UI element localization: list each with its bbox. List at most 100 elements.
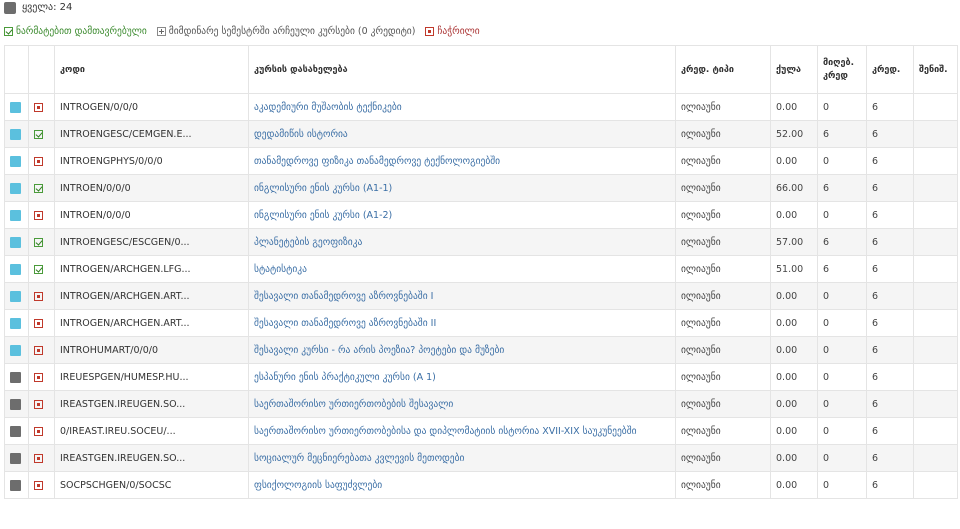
header-code[interactable]: კოდი	[54, 45, 249, 94]
credit-type: ილიაუნი	[675, 417, 771, 445]
note	[913, 255, 958, 283]
course-name-link[interactable]: შესავალი კურსი - რა არის პოეზია? პოეტები…	[248, 336, 676, 364]
row-select[interactable]	[4, 309, 29, 337]
row-status	[28, 255, 55, 283]
row-select[interactable]	[4, 147, 29, 175]
failed-box-icon	[34, 291, 43, 301]
note	[913, 147, 958, 175]
course-name-link[interactable]: ფსიქოლოგიის საფუძვლები	[248, 471, 676, 499]
row-select[interactable]	[4, 336, 29, 364]
row-status	[28, 120, 55, 148]
check-icon	[34, 237, 43, 247]
course-name-link[interactable]: ესპანური ენის პრაქტიკული კურსი (A 1)	[248, 363, 676, 391]
row-checkbox[interactable]	[10, 344, 21, 356]
total-label: ყველა: 24	[22, 2, 73, 13]
course-code: INTROHUMART/0/0/0	[54, 336, 249, 364]
row-status	[28, 201, 55, 229]
row-checkbox[interactable]	[10, 290, 21, 302]
credit: 6	[866, 444, 914, 472]
table-row[interactable]: INTROGEN/ARCHGEN.ART... შესავალი თანამედრ…	[4, 309, 958, 337]
row-select[interactable]	[4, 255, 29, 283]
row-select[interactable]	[4, 390, 29, 418]
row-checkbox[interactable]	[10, 182, 21, 194]
course-name-link[interactable]: სტატისტიკა	[248, 255, 676, 283]
header-score[interactable]: ქულა	[770, 45, 818, 94]
row-checkbox[interactable]	[10, 128, 21, 140]
course-name-link[interactable]: საერთაშორისო ურთიერთობებისა და დიპლომატი…	[248, 417, 676, 445]
credit: 6	[866, 336, 914, 364]
table-row[interactable]: IREASTGEN.IREUGEN.SO... სოციალურ მეცნიერე…	[4, 444, 958, 472]
row-select[interactable]	[4, 444, 29, 472]
credit-type: ილიაუნი	[675, 228, 771, 256]
score: 0.00	[770, 471, 818, 499]
legend-current: მიმდინარე სემესტრში არჩეული კურსები (0 კ…	[156, 26, 415, 37]
course-name-link[interactable]: შესავალი თანამედროვე აზროვნებაში II	[248, 309, 676, 337]
score: 0.00	[770, 93, 818, 121]
earned-credit: 0	[817, 201, 867, 229]
course-code: SOCPSCHGEN/0/SOCSC	[54, 471, 249, 499]
course-code: INTROENGESC/ESCGEN/0...	[54, 228, 249, 256]
table-row[interactable]: INTROGEN/ARCHGEN.LFG... სტატისტიკა ილიაუნი…	[4, 255, 958, 283]
row-checkbox[interactable]	[10, 479, 21, 491]
table-row[interactable]: SOCPSCHGEN/0/SOCSC ფსიქოლოგიის საფუძვლები…	[4, 471, 958, 499]
row-select[interactable]	[4, 120, 29, 148]
table-row[interactable]: INTROEN/0/0/0 ინგლისური ენის კურსი (A1-1)…	[4, 174, 958, 202]
legend-passed: ნარმატებით დამთავრებული	[4, 26, 147, 37]
course-name-link[interactable]: აკადემიური მუშაობის ტექნიკები	[248, 93, 676, 121]
note	[913, 444, 958, 472]
header-name[interactable]: კურსის დასახელება	[248, 45, 676, 94]
failed-box-icon	[34, 453, 43, 463]
earned-credit: 0	[817, 336, 867, 364]
row-checkbox[interactable]	[10, 101, 21, 113]
table-row[interactable]: 0/IREAST.IREU.SOCEU/... საერთაშორისო ურთი…	[4, 417, 958, 445]
course-name-link[interactable]: საერთაშორისო ურთიერთობების შესავალი	[248, 390, 676, 418]
header-earned-credit[interactable]: მიღებ. კრედ	[817, 45, 867, 94]
header-select	[4, 45, 29, 94]
row-select[interactable]	[4, 228, 29, 256]
table-row[interactable]: INTROEN/0/0/0 ინგლისური ენის კურსი (A1-2)…	[4, 201, 958, 229]
course-name-link[interactable]: სოციალურ მეცნიერებათა კვლევის მეთოდები	[248, 444, 676, 472]
header-credit-type[interactable]: კრედ. ტიპი	[675, 45, 771, 94]
credit-type: ილიაუნი	[675, 201, 771, 229]
row-select[interactable]	[4, 174, 29, 202]
row-select[interactable]	[4, 417, 29, 445]
note	[913, 93, 958, 121]
credit-type: ილიაუნი	[675, 309, 771, 337]
table-row[interactable]: INTROGEN/ARCHGEN.ART... შესავალი თანამედრ…	[4, 282, 958, 310]
check-icon	[4, 26, 13, 36]
table-row[interactable]: INTROGEN/0/0/0 აკადემიური მუშაობის ტექნიკ…	[4, 93, 958, 121]
total-count: ყველა: 24	[4, 0, 72, 15]
row-select[interactable]	[4, 201, 29, 229]
row-checkbox[interactable]	[10, 209, 21, 221]
row-checkbox[interactable]	[10, 398, 21, 410]
table-row[interactable]: IREUESPGEN/HUMESP.HU... ესპანური ენის პრა…	[4, 363, 958, 391]
row-select[interactable]	[4, 93, 29, 121]
course-name-link[interactable]: თანამედროვე ფიზიკა თანამედროვე ტექნოლოგი…	[248, 147, 676, 175]
row-status	[28, 309, 55, 337]
course-name-link[interactable]: შესავალი თანამედროვე აზროვნებაში I	[248, 282, 676, 310]
course-name-link[interactable]: დედამიწის ისტორია	[248, 120, 676, 148]
table-row[interactable]: INTROENGESC/CEMGEN.E... დედამიწის ისტორია…	[4, 120, 958, 148]
row-checkbox[interactable]	[10, 155, 21, 167]
row-select[interactable]	[4, 282, 29, 310]
credit-type: ილიაუნი	[675, 363, 771, 391]
row-checkbox[interactable]	[10, 425, 21, 437]
course-name-link[interactable]: პლანეტების გეოფიზიკა	[248, 228, 676, 256]
row-checkbox[interactable]	[10, 452, 21, 464]
row-select[interactable]	[4, 471, 29, 499]
row-checkbox[interactable]	[10, 236, 21, 248]
table-row[interactable]: INTROENGESC/ESCGEN/0... პლანეტების გეოფიზ…	[4, 228, 958, 256]
header-credit[interactable]: კრედ.	[866, 45, 914, 94]
table-row[interactable]: INTROHUMART/0/0/0 შესავალი კურსი - რა არი…	[4, 336, 958, 364]
header-note[interactable]: შენიშ.	[913, 45, 958, 94]
row-checkbox[interactable]	[10, 371, 21, 383]
course-name-link[interactable]: ინგლისური ენის კურსი (A1-2)	[248, 201, 676, 229]
row-select[interactable]	[4, 363, 29, 391]
earned-credit: 0	[817, 471, 867, 499]
row-checkbox[interactable]	[10, 317, 21, 329]
course-name-link[interactable]: ინგლისური ენის კურსი (A1-1)	[248, 174, 676, 202]
table-row[interactable]: IREASTGEN.IREUGEN.SO... საერთაშორისო ურთი…	[4, 390, 958, 418]
row-checkbox[interactable]	[10, 263, 21, 275]
failed-box-icon	[34, 399, 43, 409]
table-row[interactable]: INTROENGPHYS/0/0/0 თანამედროვე ფიზიკა თან…	[4, 147, 958, 175]
